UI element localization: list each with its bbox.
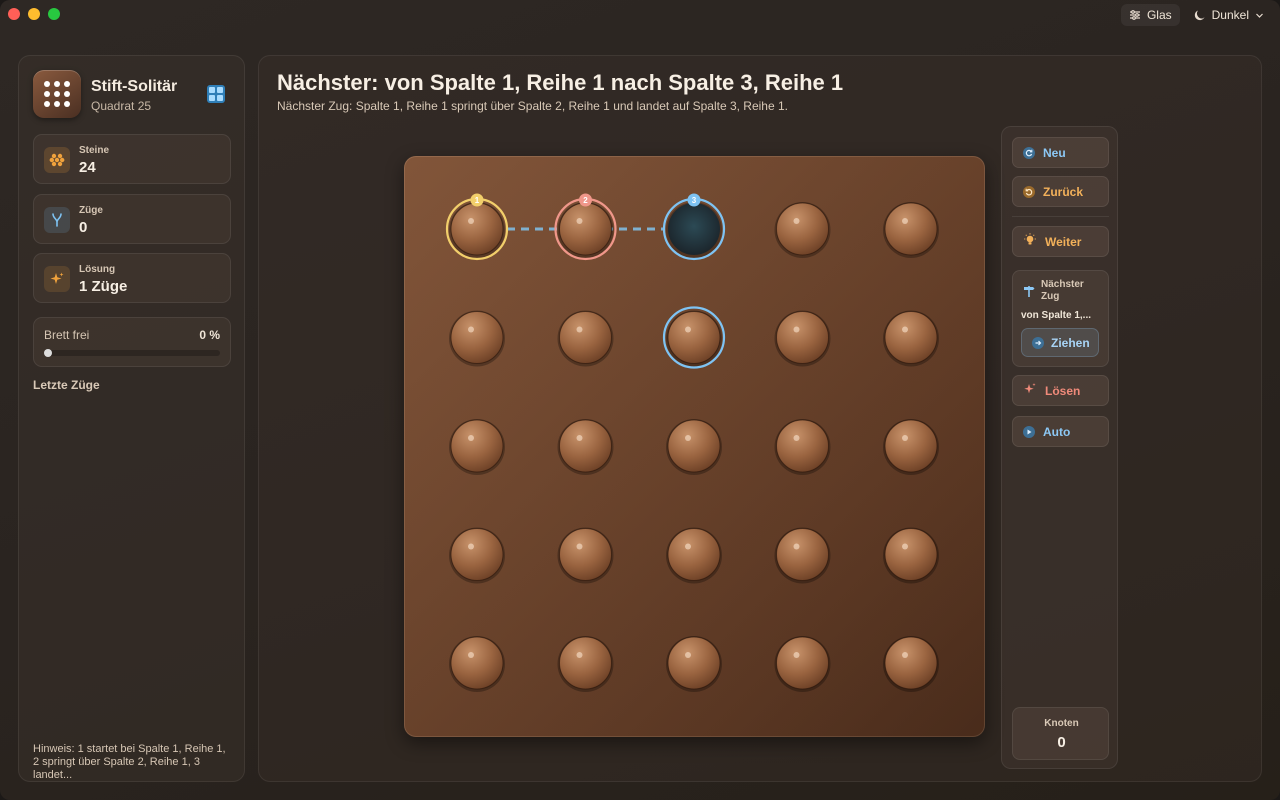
solution-value: 1 Züge — [79, 278, 128, 295]
app-subtitle: Quadrat 25 — [91, 99, 152, 113]
hint-button[interactable]: Weiter — [1012, 226, 1109, 257]
peg[interactable] — [557, 636, 614, 692]
top-toolbar: Glas Dunkel — [1120, 4, 1272, 26]
step-badge-number: 1 — [475, 196, 480, 205]
glass-toggle-button[interactable]: Glas — [1120, 4, 1180, 26]
next-move-title: Nächster Zug — [1041, 279, 1084, 302]
pull-label: Ziehen — [1051, 335, 1090, 350]
progress-fill — [44, 349, 52, 357]
nodes-label: Knoten — [1044, 718, 1079, 729]
window-controls — [8, 8, 60, 20]
progress-track — [44, 349, 220, 357]
nodes-counter: Knoten 0 — [1012, 707, 1109, 760]
stat-card-stones: Steine 24 — [33, 134, 231, 184]
peg[interactable] — [449, 636, 505, 692]
page-title: Nächster: von Spalte 1, Reihe 1 nach Spa… — [277, 70, 844, 95]
peg[interactable] — [774, 310, 831, 367]
peg[interactable] — [449, 419, 505, 475]
peg[interactable] — [557, 202, 614, 258]
hint-text: Hinweis: 1 startet bei Spalte 1, Reihe 1… — [33, 743, 226, 781]
peg[interactable] — [774, 636, 831, 692]
close-window-button[interactable] — [8, 8, 20, 20]
theme-select[interactable]: Dunkel — [1186, 4, 1272, 26]
board-layout-icon[interactable] — [207, 85, 225, 103]
moves-label: Züge — [79, 205, 103, 216]
solve-label: Lösen — [1045, 383, 1081, 398]
signpost-icon — [1022, 284, 1036, 303]
stones-label: Steine — [79, 145, 110, 156]
peg[interactable] — [883, 202, 939, 258]
game-board: 1 2 3 — [404, 156, 985, 737]
arrow-right-icon — [1032, 336, 1044, 349]
stones-value: 24 — [79, 159, 96, 176]
divider — [1012, 216, 1109, 217]
auto-play-button[interactable]: Auto — [1012, 416, 1109, 447]
moves-value: 0 — [79, 219, 88, 236]
new-label: Neu — [1043, 145, 1066, 160]
peg[interactable] — [449, 527, 505, 584]
stat-card-moves: Züge 0 — [33, 194, 231, 244]
empty-hole[interactable] — [666, 202, 722, 258]
theme-label: Dunkel — [1211, 8, 1249, 22]
step-badge-number: 3 — [692, 196, 697, 205]
sparkle-icon — [44, 266, 70, 292]
moves-fork-icon — [44, 207, 70, 233]
recent-moves-title: Letzte Züge — [33, 378, 100, 392]
refresh-icon — [1023, 146, 1035, 159]
next-move-text: von Spalte 1,... — [1021, 310, 1092, 321]
peg[interactable] — [666, 310, 722, 367]
sparkle-solve-icon — [1023, 382, 1037, 399]
app-title: Stift-Solitär — [91, 78, 178, 95]
peg[interactable] — [666, 419, 722, 475]
app-window: Glas Dunkel Stift-Solitär Quadrat 25 Ste… — [0, 0, 1280, 800]
sidebar: Stift-Solitär Quadrat 25 Steine 24 Züge … — [18, 55, 245, 782]
stat-card-solution: Lösung 1 Züge — [33, 253, 231, 303]
peg[interactable] — [449, 310, 505, 367]
hint-label: Weiter — [1045, 234, 1082, 249]
peg[interactable] — [774, 202, 831, 258]
play-icon — [1023, 425, 1035, 438]
auto-label: Auto — [1043, 424, 1071, 439]
chevron-down-icon — [1256, 13, 1263, 18]
peg[interactable] — [774, 527, 831, 584]
new-game-button[interactable]: Neu — [1012, 137, 1109, 168]
progress-percent: 0 % — [199, 328, 220, 342]
board-canvas: 1 2 3 — [404, 156, 985, 737]
undo-icon — [1023, 185, 1035, 198]
peg[interactable] — [883, 527, 939, 584]
lightbulb-icon — [1023, 233, 1037, 250]
control-panel: Neu Zurück Weiter Nächster Zug von Spalt… — [1001, 126, 1118, 769]
peg[interactable] — [666, 636, 722, 692]
peg[interactable] — [883, 310, 939, 367]
sliders-icon — [1129, 10, 1140, 20]
page-subtitle: Nächster Zug: Spalte 1, Reihe 1 springt … — [277, 99, 788, 113]
pegs-icon — [44, 147, 70, 173]
progress-label: Brett frei — [44, 328, 90, 342]
solve-button[interactable]: Lösen — [1012, 375, 1109, 406]
peg[interactable] — [557, 419, 614, 475]
maximize-window-button[interactable] — [48, 8, 60, 20]
undo-button[interactable]: Zurück — [1012, 176, 1109, 207]
peg[interactable] — [883, 419, 939, 475]
main-panel: Nächster: von Spalte 1, Reihe 1 nach Spa… — [258, 55, 1262, 782]
peg[interactable] — [557, 527, 614, 584]
peg[interactable] — [666, 527, 722, 584]
board-free-progress: Brett frei 0 % — [33, 317, 231, 367]
peg[interactable] — [557, 310, 614, 367]
moon-icon — [1194, 10, 1205, 21]
nodes-value: 0 — [1057, 734, 1066, 751]
peg[interactable] — [774, 419, 831, 475]
minimize-window-button[interactable] — [28, 8, 40, 20]
glass-label: Glas — [1146, 8, 1172, 22]
peg[interactable] — [883, 636, 939, 692]
next-move-card: Nächster Zug von Spalte 1,... Ziehen — [1012, 270, 1109, 367]
peg[interactable] — [449, 202, 505, 258]
step-badge-number: 2 — [583, 196, 588, 205]
app-pegs-icon — [33, 70, 81, 118]
back-label: Zurück — [1043, 184, 1084, 199]
solution-label: Lösung — [79, 264, 116, 275]
app-header: Stift-Solitär Quadrat 25 — [33, 70, 233, 118]
pull-move-button[interactable]: Ziehen — [1021, 328, 1099, 357]
